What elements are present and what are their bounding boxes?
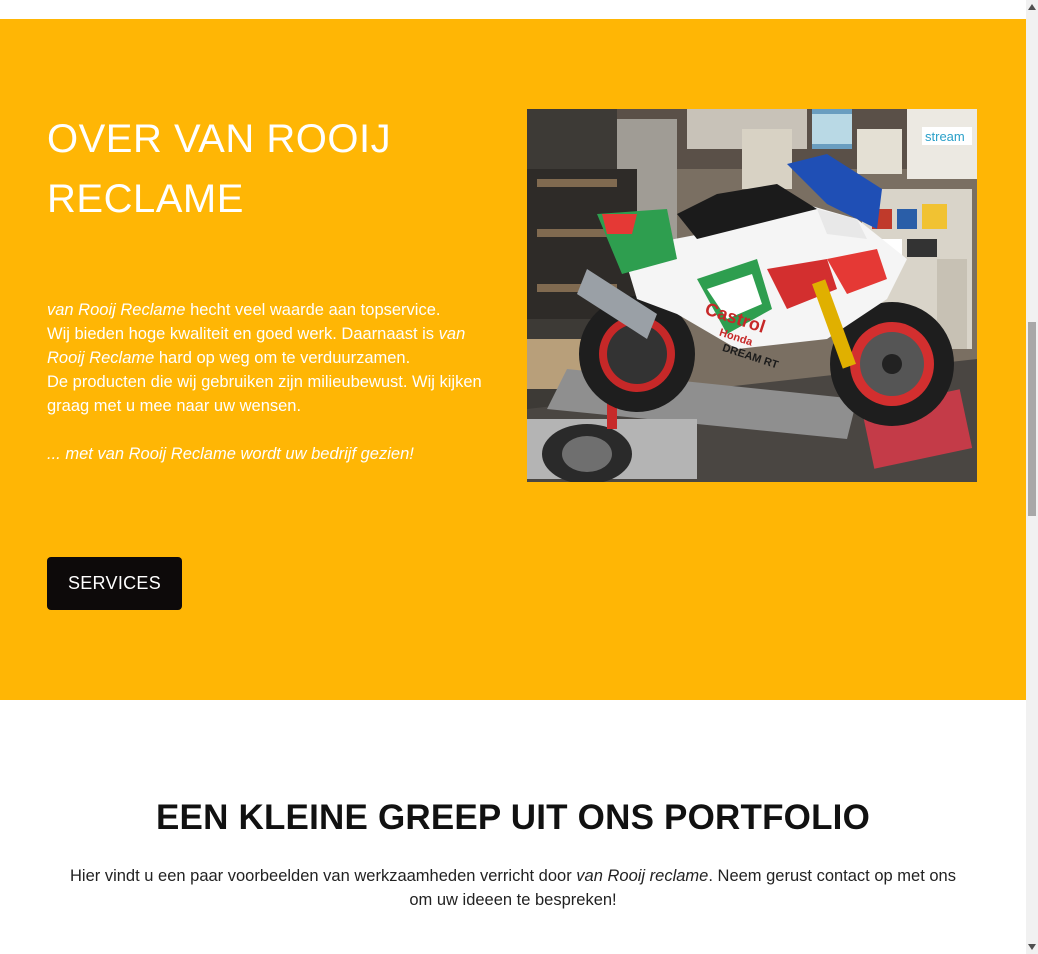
motorcycle-photo: stream Castrol Honda DREAM RT bbox=[527, 109, 977, 482]
about-title-line2: RECLAME bbox=[47, 177, 244, 221]
about-slogan: ... met van Rooij Reclame wordt uw bedri… bbox=[47, 445, 414, 463]
company-name: van Rooij reclame bbox=[576, 867, 709, 885]
about-title-line1: OVER VAN ROOIJ bbox=[47, 117, 392, 161]
services-button[interactable]: SERVICES bbox=[47, 557, 182, 610]
about-section: OVER VAN ROOIJ RECLAME van Rooij Reclame… bbox=[0, 19, 1026, 700]
about-paragraph-1: van Rooij Reclame hecht veel waarde aan … bbox=[47, 298, 502, 322]
vertical-scrollbar[interactable] bbox=[1026, 0, 1038, 954]
about-paragraph-2: Wij bieden hoge kwaliteit en goed werk. … bbox=[47, 322, 502, 370]
portfolio-title: EEN KLEINE GREEP UIT ONS PORTFOLIO bbox=[155, 798, 870, 837]
about-description: van Rooij Reclame hecht veel waarde aan … bbox=[47, 298, 502, 466]
scroll-down-arrow-icon[interactable] bbox=[1026, 940, 1038, 954]
company-name: van Rooij Reclame bbox=[47, 301, 186, 319]
page: OVER VAN ROOIJ RECLAME van Rooij Reclame… bbox=[0, 0, 1026, 954]
portfolio-description: Hier vindt u een paar voorbeelden van we… bbox=[60, 864, 966, 912]
about-title: OVER VAN ROOIJ RECLAME bbox=[47, 109, 467, 229]
about-paragraph-1-text: hecht veel waarde aan topservice. bbox=[185, 301, 441, 319]
scrollbar-thumb[interactable] bbox=[1028, 322, 1036, 516]
svg-text:stream: stream bbox=[925, 129, 965, 144]
scroll-up-arrow-icon[interactable] bbox=[1026, 0, 1038, 14]
about-paragraph-3: De producten die wij gebruiken zijn mili… bbox=[47, 373, 482, 415]
portfolio-text-start: Hier vindt u een paar voorbeelden van we… bbox=[70, 867, 577, 885]
about-paragraph-2-text: Wij bieden hoge kwaliteit en goed werk. … bbox=[47, 325, 439, 343]
about-paragraph-2-rest: hard op weg om te verduurzamen. bbox=[154, 349, 411, 367]
